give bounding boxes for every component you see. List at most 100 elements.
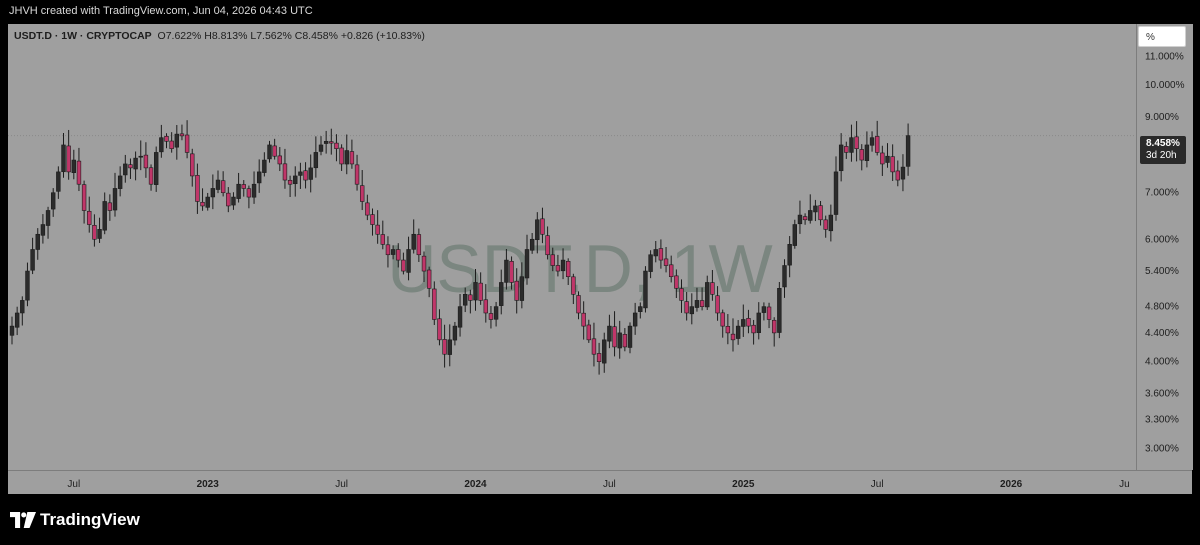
- candle-up: [210, 188, 216, 198]
- legend-close: C8.458%: [294, 30, 338, 42]
- time-axis[interactable]: Jul 2023 Jul 2024 Jul 2025 Jul 2026 Ju: [8, 470, 1192, 495]
- candle-up: [864, 144, 870, 161]
- candle-down: [555, 265, 561, 272]
- candle-up: [71, 159, 77, 173]
- candle-up: [257, 171, 262, 184]
- percent-scale-button[interactable]: %: [1138, 26, 1186, 47]
- candle-up: [462, 293, 468, 306]
- candle-up: [838, 144, 844, 172]
- candle-down: [66, 145, 71, 173]
- candle-up: [344, 150, 349, 165]
- candle-up: [267, 144, 272, 160]
- price-tick-label: 10.000%: [1145, 80, 1185, 91]
- candle-up: [900, 166, 906, 180]
- candle-up: [787, 244, 792, 266]
- price-tick-label: 3.300%: [1145, 415, 1179, 426]
- candle-up: [741, 319, 746, 327]
- price-tick-label: 4.800%: [1145, 302, 1179, 313]
- bar-countdown: 3d 20h: [1146, 150, 1177, 161]
- price-chart[interactable]: USDT.D, 1W: [8, 24, 1136, 470]
- candle-up: [14, 312, 20, 328]
- candle-down: [303, 170, 308, 181]
- candle-up: [174, 133, 179, 148]
- candle-down: [370, 214, 375, 225]
- candle-up: [112, 188, 118, 211]
- candle-up: [792, 224, 798, 246]
- candle-down: [859, 149, 864, 161]
- candle-up: [643, 270, 648, 309]
- candle-up: [452, 325, 458, 341]
- candle-up: [602, 339, 607, 364]
- time-tick-label: 2026: [1000, 479, 1023, 490]
- candle-down: [890, 156, 895, 173]
- time-tick-label: 2023: [197, 479, 220, 490]
- candle-down: [226, 192, 231, 207]
- candle-up: [648, 254, 653, 272]
- candle-down: [488, 313, 494, 320]
- candle-down: [730, 333, 736, 341]
- candle-up: [504, 259, 509, 283]
- chart-credit: JHVH created with TradingView.com, Jun 0…: [9, 5, 313, 17]
- candle-up: [236, 183, 241, 199]
- candle-down: [128, 164, 133, 169]
- time-tick-label: Jul: [67, 479, 80, 490]
- candle-down: [195, 175, 200, 202]
- candle-up: [293, 175, 298, 185]
- candle-down: [766, 306, 772, 320]
- candle-up: [519, 276, 525, 301]
- candle-down: [437, 318, 442, 341]
- price-tick-label: 7.000%: [1145, 188, 1179, 199]
- candle-down: [241, 184, 246, 189]
- candle-down: [596, 353, 602, 362]
- candle-down: [844, 146, 849, 153]
- candle-up: [117, 175, 123, 189]
- candle-up: [761, 306, 767, 313]
- time-axis-ticks: Jul 2023 Jul 2024 Jul 2025 Jul 2026 Ju: [67, 479, 1130, 490]
- candle-up: [56, 171, 61, 192]
- candle-up: [231, 196, 236, 206]
- candle-up: [50, 192, 56, 210]
- candle-down: [200, 201, 205, 207]
- candle-up: [849, 137, 854, 153]
- candle-up: [323, 140, 329, 144]
- brand-name: TradingView: [40, 510, 140, 529]
- candle-up: [808, 210, 813, 221]
- candle-up: [828, 214, 834, 232]
- candle-up: [308, 167, 313, 180]
- candle-down: [895, 170, 901, 181]
- candle-up: [493, 306, 499, 320]
- price-tick-label: 3.600%: [1145, 388, 1179, 399]
- candle-up: [298, 171, 303, 176]
- candle-down: [220, 180, 226, 194]
- candle-down: [715, 295, 720, 314]
- time-tick-label: 2025: [732, 479, 755, 490]
- time-tick-label: 2024: [464, 479, 487, 490]
- candle-down: [282, 163, 288, 181]
- candle-up: [833, 171, 839, 215]
- candle-down: [802, 216, 808, 221]
- current-price-value: 8.458%: [1146, 138, 1180, 149]
- candle-down: [818, 205, 823, 221]
- candle-up: [632, 312, 638, 327]
- candle-down: [246, 188, 252, 198]
- chart-frame: USDT.D, 1W USDT.D · 1W · CRYPTOCAP O7.62…: [8, 24, 1193, 495]
- candle-down: [365, 202, 370, 216]
- candle-down: [385, 244, 391, 256]
- candle-up: [705, 282, 710, 308]
- candle-down: [699, 300, 705, 307]
- candle-up: [756, 312, 761, 333]
- price-axis[interactable]: 11.000%10.000%9.000%8.000%7.000%6.000%5.…: [1136, 24, 1193, 470]
- legend-symbol[interactable]: USDT.D · 1W · CRYPTOCAP: [14, 30, 152, 42]
- candle-up: [777, 288, 782, 333]
- candle-down: [190, 153, 195, 177]
- candle-down: [612, 326, 617, 348]
- candle-up: [30, 249, 35, 271]
- candle-down: [854, 136, 859, 149]
- candle-down: [349, 151, 355, 165]
- candle-up: [653, 249, 658, 257]
- time-tick-label: Ju: [1119, 479, 1130, 490]
- candle-up: [35, 233, 40, 250]
- candle-down: [426, 269, 432, 289]
- candle-up: [251, 183, 257, 198]
- candle-down: [725, 326, 731, 334]
